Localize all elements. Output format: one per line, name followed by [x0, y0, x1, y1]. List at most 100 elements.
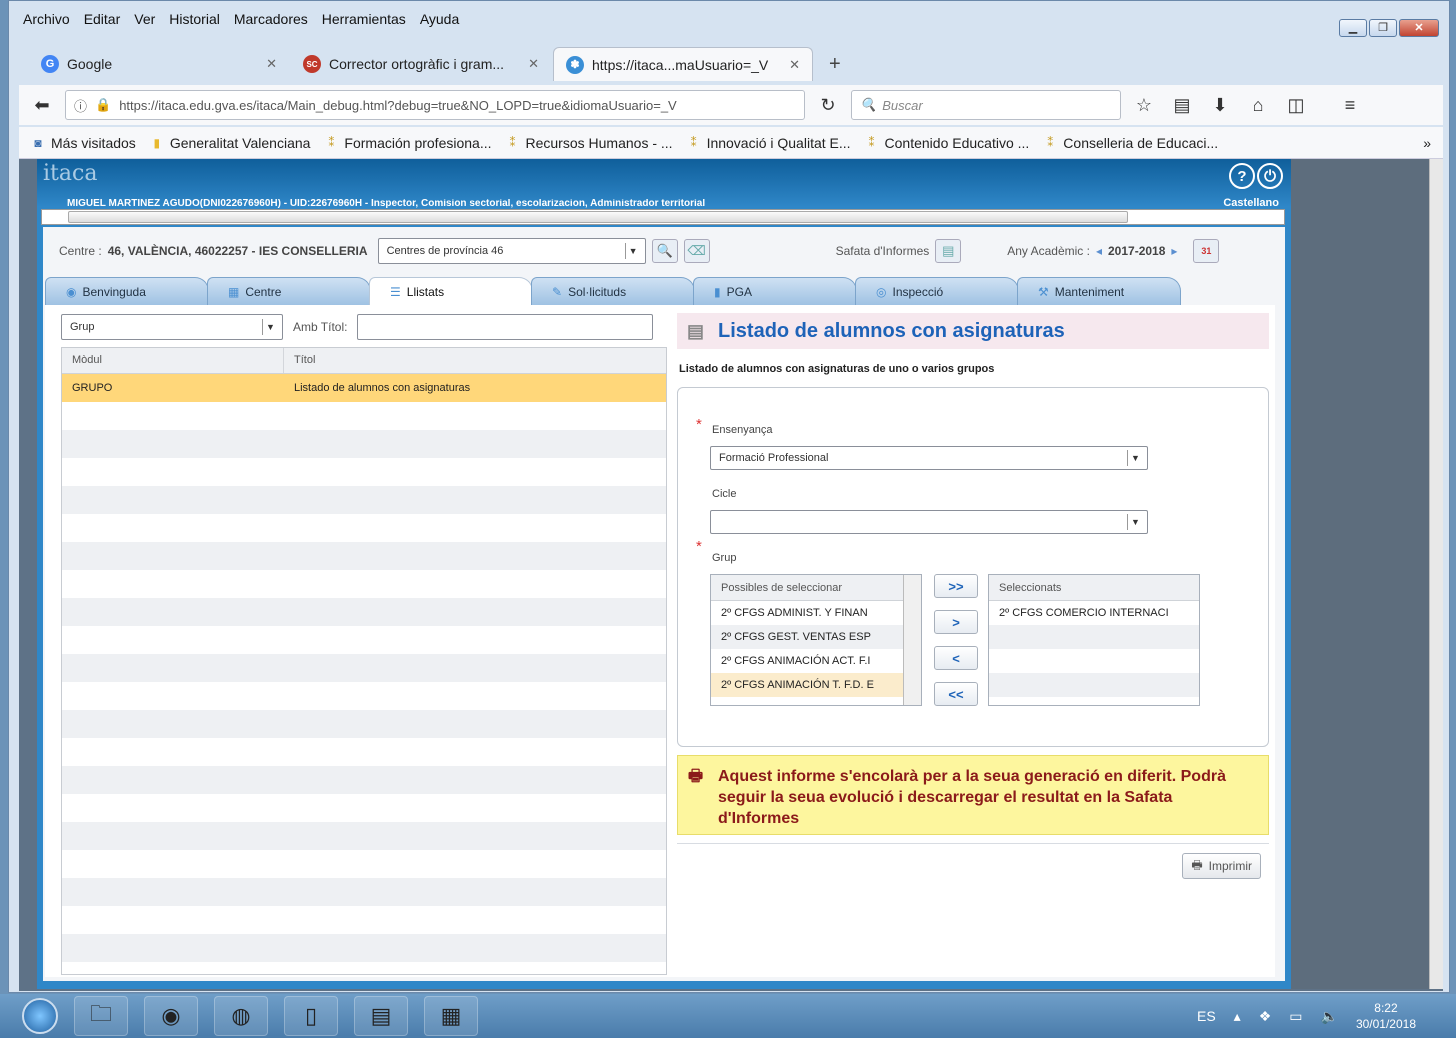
bookmark-conselleria[interactable]: ⁑ Conselleria de Educaci...: [1043, 135, 1218, 151]
cicle-select[interactable]: ▼: [710, 510, 1148, 534]
menu-ayuda[interactable]: Ayuda: [420, 11, 459, 27]
title-filter-input[interactable]: [357, 314, 654, 340]
tab-inspeccio[interactable]: ◎ Inspecció: [855, 277, 1019, 305]
pocket-icon[interactable]: ◫: [1281, 95, 1311, 116]
volume-icon[interactable]: 🔈: [1321, 1008, 1338, 1025]
bookmark-mas-visitados[interactable]: ◙ Más visitados: [31, 135, 135, 151]
bookmarks-overflow-icon[interactable]: »: [1423, 135, 1431, 151]
network-icon[interactable]: ▭: [1289, 1008, 1302, 1025]
menu-historial[interactable]: Historial: [169, 11, 220, 27]
print-button[interactable]: 🖶 Imprimir: [1182, 853, 1261, 879]
clock[interactable]: 8:22 30/01/2018: [1356, 1000, 1416, 1032]
list-item[interactable]: 2º CFGS ANIMACIÓN T. F.D. E: [711, 673, 903, 697]
language-link[interactable]: Castellano: [1223, 197, 1279, 209]
tab-sollicituds[interactable]: ✎ Sol·licituds: [531, 277, 695, 305]
calc-icon[interactable]: ▦: [424, 996, 478, 1036]
search-input[interactable]: 🔍 Buscar: [851, 90, 1121, 120]
ensenyanca-select[interactable]: Formació Professional ▼: [710, 446, 1148, 470]
safata-label[interactable]: Safata d'Informes: [836, 244, 930, 258]
bookmark-innovacio[interactable]: ⁑ Innovació i Qualitat E...: [687, 135, 851, 151]
remove-all-button[interactable]: <<: [934, 682, 978, 706]
navigation-bar: ⬅ ⓘ 🔒 https://itaca.edu.gva.es/itaca/Mai…: [19, 85, 1443, 125]
tab-llistats[interactable]: ☰ Llistats: [369, 277, 533, 305]
url-text: https://itaca.edu.gva.es/itaca/Main_debu…: [119, 97, 677, 113]
minimize-button[interactable]: ▁: [1339, 19, 1367, 37]
page-scrollbar[interactable]: [1429, 159, 1443, 989]
menu-editar[interactable]: Editar: [84, 11, 121, 27]
help-icon[interactable]: ?: [1229, 163, 1255, 189]
add-button[interactable]: >: [934, 610, 978, 634]
new-tab-button[interactable]: +: [815, 47, 855, 81]
download-icon[interactable]: ⬇: [1205, 95, 1235, 116]
list-scrollbar[interactable]: [903, 575, 921, 705]
list-item[interactable]: 2º CFGS COMERCIO INTERNACI: [989, 601, 1199, 625]
group-filter-select[interactable]: Grup ▼: [61, 314, 283, 340]
home-icon[interactable]: ⌂: [1243, 95, 1273, 116]
info-icon[interactable]: ⓘ: [74, 96, 87, 115]
url-bar[interactable]: ⓘ 🔒 https://itaca.edu.gva.es/itaca/Main_…: [65, 90, 805, 120]
itaca-logo: itaca: [43, 161, 98, 186]
close-tab-icon[interactable]: ✕: [528, 56, 539, 72]
scroll-thumb[interactable]: [68, 211, 1128, 223]
maximize-button[interactable]: ❐: [1369, 19, 1397, 37]
prev-year-icon[interactable]: ◂: [1096, 244, 1102, 258]
table-row[interactable]: GRUPO Listado de alumnos con asignaturas: [62, 374, 666, 402]
menu-ver[interactable]: Ver: [134, 11, 155, 27]
tab-google[interactable]: G Google ✕: [29, 47, 289, 81]
centre-bar: Centre : 46, VALÈNCIA, 46022257 - IES CO…: [43, 227, 1285, 275]
tab-itaca[interactable]: ✽ https://itaca...maUsuario=_V ✕: [553, 47, 813, 81]
start-button[interactable]: [22, 998, 58, 1034]
bookmark-generalitat[interactable]: ▮ Generalitat Valenciana: [150, 135, 311, 151]
language-indicator[interactable]: ES: [1197, 1008, 1216, 1024]
tab-pga[interactable]: ▮ PGA: [693, 277, 857, 305]
bookmark-contenido[interactable]: ⁑ Contenido Educativo ...: [865, 135, 1030, 151]
remove-button[interactable]: <: [934, 646, 978, 670]
tab-benvinguda[interactable]: ◉ Benvinguda: [45, 277, 209, 305]
back-icon[interactable]: ⬅: [27, 95, 57, 116]
report-subtitle: Listado de alumnos con asignaturas de un…: [679, 363, 995, 375]
clear-filter-icon[interactable]: ⌫: [683, 239, 710, 263]
calendar-icon[interactable]: 31: [1193, 239, 1220, 263]
logout-icon[interactable]: ⏻: [1257, 163, 1283, 189]
horizontal-scrollbar[interactable]: [41, 209, 1285, 225]
tab-manteniment[interactable]: ⚒ Manteniment: [1017, 277, 1181, 305]
gva-icon: ⁑: [328, 135, 335, 150]
hamburger-menu-icon[interactable]: ≡: [1335, 95, 1365, 116]
close-tab-icon[interactable]: ✕: [789, 57, 800, 73]
tab-centre[interactable]: ▦ Centre: [207, 277, 371, 305]
list-item[interactable]: 2º CFGS GEST. VENTAS ESP: [711, 625, 903, 649]
close-window-button[interactable]: ✕: [1399, 19, 1439, 37]
centre-select[interactable]: Centres de província 46 ▼: [377, 238, 646, 264]
column-title[interactable]: Títol: [284, 348, 666, 373]
column-module[interactable]: Mòdul: [62, 348, 284, 373]
tab-corrector[interactable]: SC Corrector ortogràfic i gram... ✕: [291, 47, 551, 81]
reload-icon[interactable]: ↻: [813, 95, 843, 116]
firefox-icon[interactable]: ◍: [214, 996, 268, 1036]
tab-title: https://itaca...maUsuario=_V: [592, 56, 769, 73]
menu-herramientas[interactable]: Herramientas: [322, 11, 406, 27]
list-item[interactable]: 2º CFGS ANIMACIÓN ACT. F.I: [711, 649, 903, 673]
tab-label: Llistats: [406, 284, 445, 299]
list-item[interactable]: 2º CFGS ADMINIST. Y FINAN: [711, 601, 903, 625]
dropbox-icon[interactable]: ❖: [1259, 1008, 1272, 1025]
bookmark-formacion[interactable]: ⁑ Formación profesiona...: [324, 135, 491, 151]
next-year-icon[interactable]: ▸: [1171, 244, 1177, 258]
blank-document-icon[interactable]: ▯: [284, 996, 338, 1036]
empty-list-item: [989, 649, 1199, 673]
menu-marcadores[interactable]: Marcadores: [234, 11, 308, 27]
close-tab-icon[interactable]: ✕: [266, 56, 277, 72]
printer-tray-icon[interactable]: ▤: [935, 239, 962, 263]
chrome-icon[interactable]: ◉: [144, 996, 198, 1036]
writer-icon[interactable]: ▤: [354, 996, 408, 1036]
search-centre-icon[interactable]: 🔍: [651, 239, 678, 263]
report-form: * Ensenyança Formació Professional ▼ Cic…: [677, 387, 1269, 747]
reading-list-icon[interactable]: ▤: [1167, 95, 1197, 116]
explorer-icon[interactable]: 🗀: [74, 996, 128, 1036]
seleccionats-list[interactable]: Seleccionats 2º CFGS COMERCIO INTERNACI: [988, 574, 1200, 706]
possibles-list[interactable]: Possibles de seleccionar 2º CFGS ADMINIS…: [710, 574, 922, 706]
add-all-button[interactable]: >>: [934, 574, 978, 598]
bookmark-star-icon[interactable]: ☆: [1129, 95, 1159, 116]
bookmark-recursos[interactable]: ⁑ Recursos Humanos - ...: [506, 135, 673, 151]
show-hidden-icon[interactable]: ▴: [1234, 1008, 1241, 1025]
menu-archivo[interactable]: Archivo: [23, 11, 70, 27]
